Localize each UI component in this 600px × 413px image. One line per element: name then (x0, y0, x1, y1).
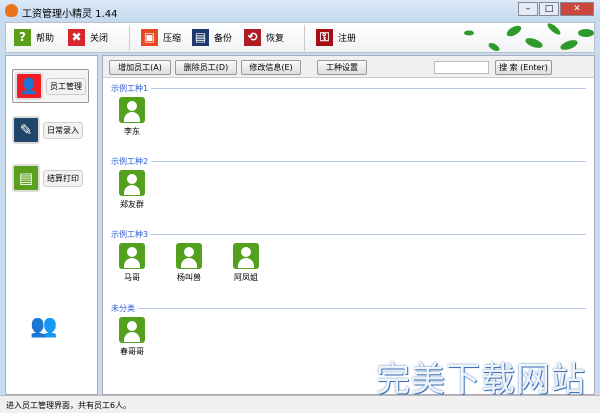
save-icon: ▤ (192, 29, 209, 46)
toolbar: ? 帮助 ✖ 关闭 ▣ 压缩 ▤ 备份 ⟲ 恢复 ⚿ 注册 (5, 22, 595, 53)
employee-name: 李东 (124, 127, 140, 136)
divider (138, 308, 586, 309)
group-name: 示例工种3 (111, 230, 149, 239)
app-logo-icon (5, 4, 18, 17)
sidebar-icon: ✎ (12, 116, 40, 144)
employee-item[interactable]: 杨叫兽 (169, 243, 209, 283)
toolbar-separator (129, 25, 130, 51)
sidebar-item-label: 日常录入 (43, 121, 83, 139)
employee-name: 阿凤姐 (234, 273, 258, 282)
employee-item[interactable]: 春哥哥 (112, 317, 152, 357)
group-header: 未分类 (111, 303, 586, 314)
employee-item[interactable]: 马哥 (112, 243, 152, 283)
employee-item[interactable]: 阿凤姐 (226, 243, 266, 283)
toolbar-label: 压缩 (163, 34, 182, 44)
group-header: 示例工种2 (111, 156, 586, 167)
edit-info-button[interactable]: 修改信息(E) (241, 60, 301, 75)
help-icon: ? (14, 29, 31, 46)
watermark: 完美下载网站 (376, 360, 586, 400)
group-header: 示例工种3 (111, 229, 586, 240)
employee-name: 郑友群 (120, 200, 144, 209)
mascot-icon: 👥 (30, 314, 58, 339)
sidebar-item-label: 结算打印 (43, 169, 83, 187)
restore-icon: ⟲ (244, 29, 261, 46)
minimize-button[interactable]: – (518, 2, 538, 16)
window-title: 工资管理小精灵 1.44 (22, 9, 118, 20)
employee-item[interactable]: 李东 (112, 97, 152, 137)
toolbar-label: 注册 (338, 34, 357, 44)
restore-toolbar-button[interactable]: ⟲ 恢复 (244, 29, 284, 46)
sidebar-item-2[interactable]: ✎ 日常录入 (12, 116, 83, 144)
divider (151, 88, 586, 89)
sidebar-item-1[interactable]: 👤 员工管理 (12, 69, 89, 103)
employee-item[interactable]: 郑友群 (112, 170, 152, 210)
key-icon: ⚿ (316, 29, 333, 46)
employee-avatar-icon (119, 317, 145, 343)
divider (151, 234, 586, 235)
maximize-button[interactable]: □ (539, 2, 559, 16)
group-name: 示例工种1 (111, 84, 149, 93)
action-bar: 增加员工(A) 删除员工(D) 修改信息(E) 工种设置 搜 索 (Enter) (103, 56, 594, 78)
employee-avatar-icon (119, 243, 145, 269)
toolbar-label: 备份 (214, 34, 233, 44)
toolbar-label: 关闭 (90, 34, 109, 44)
search-button[interactable]: 搜 索 (Enter) (495, 60, 552, 75)
employee-avatar-icon (119, 170, 145, 196)
job-type-settings-button[interactable]: 工种设置 (317, 60, 367, 75)
employee-name: 春哥哥 (120, 347, 144, 356)
employee-avatar-icon (119, 97, 145, 123)
employee-panel: 增加员工(A) 删除员工(D) 修改信息(E) 工种设置 搜 索 (Enter)… (102, 55, 595, 395)
search-input[interactable] (434, 61, 489, 74)
close-icon: ✖ (68, 29, 85, 46)
group-header: 示例工种1 (111, 83, 586, 94)
employee-avatar-icon (233, 243, 259, 269)
help-toolbar-button[interactable]: ? 帮助 (14, 29, 54, 46)
sidebar-icon: 👤 (15, 72, 43, 100)
sidebar-icon: ▤ (12, 164, 40, 192)
toolbar-label: 恢复 (266, 34, 285, 44)
save-toolbar-button[interactable]: ▤ 备份 (192, 29, 232, 46)
employee-name: 马哥 (124, 273, 140, 282)
divider (151, 161, 586, 162)
delete-employee-button[interactable]: 删除员工(D) (175, 60, 237, 75)
key-toolbar-button[interactable]: ⚿ 注册 (316, 29, 356, 46)
compress-toolbar-button[interactable]: ▣ 压缩 (141, 29, 181, 46)
close-toolbar-button[interactable]: ✖ 关闭 (68, 29, 108, 46)
toolbar-label: 帮助 (36, 34, 55, 44)
employee-avatar-icon (176, 243, 202, 269)
leaves-decoration-icon (464, 23, 594, 51)
toolbar-separator (304, 25, 305, 51)
sidebar: 👥 👤 员工管理 ✎ 日常录入 ▤ 结算打印 (5, 55, 98, 395)
compress-icon: ▣ (141, 29, 158, 46)
sidebar-item-3[interactable]: ▤ 结算打印 (12, 164, 83, 192)
window-close-button[interactable]: ✕ (560, 2, 594, 16)
group-name: 示例工种2 (111, 157, 149, 166)
add-employee-button[interactable]: 增加员工(A) (109, 60, 171, 75)
sidebar-item-label: 员工管理 (46, 77, 86, 95)
title-bar: 工资管理小精灵 1.44 – □ ✕ (0, 0, 600, 22)
employee-name: 杨叫兽 (177, 273, 201, 282)
group-name: 未分类 (111, 304, 135, 313)
